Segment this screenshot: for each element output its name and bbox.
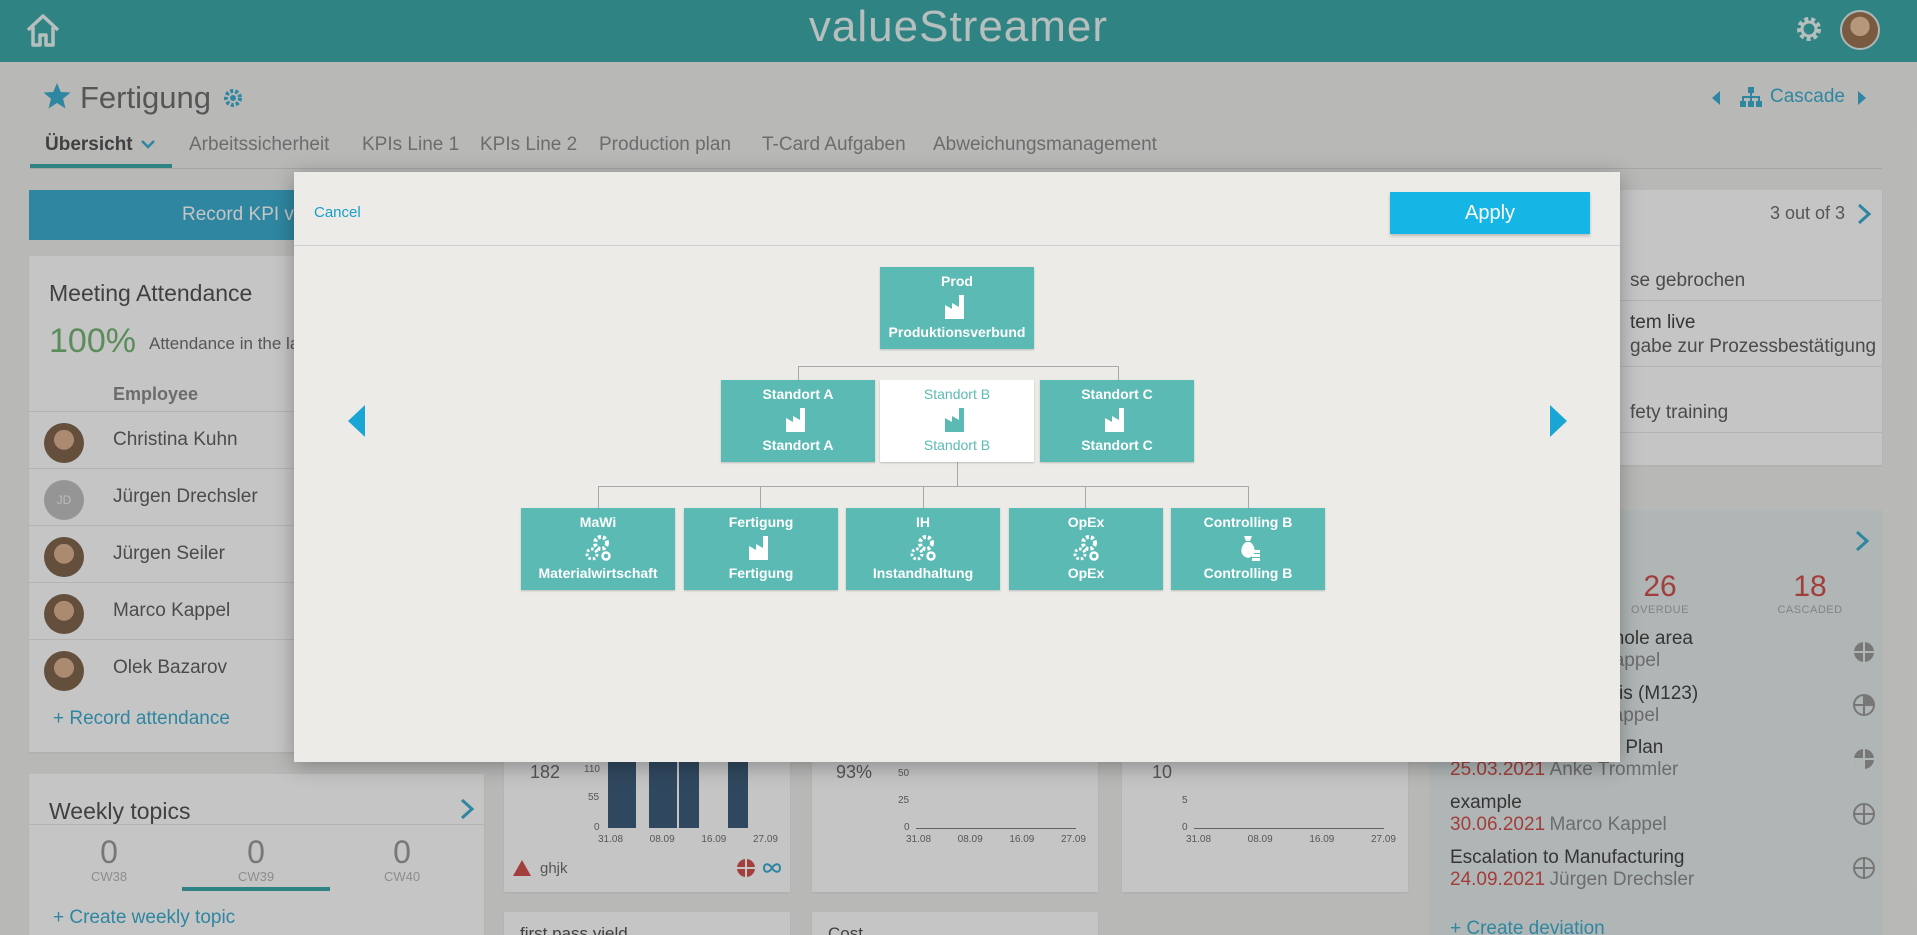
- org-node-standort-a[interactable]: Standort A Standort A: [721, 380, 875, 462]
- node-code: Fertigung: [728, 514, 794, 530]
- node-name: OpEx: [1067, 565, 1105, 581]
- factory-icon: [945, 295, 964, 319]
- node-code: Prod: [941, 273, 973, 289]
- cancel-link[interactable]: Cancel: [314, 204, 361, 221]
- factory-icon: [945, 408, 964, 432]
- money-icon: [1241, 536, 1260, 561]
- org-node-controlling-b[interactable]: Controlling B Controlling B: [1171, 508, 1325, 590]
- node-name: Standort A: [762, 437, 834, 453]
- modal-header-divider: [294, 245, 1620, 246]
- org-node-fertigung[interactable]: Fertigung Fertigung: [684, 508, 838, 590]
- tree-connector: [1118, 366, 1119, 380]
- apply-button[interactable]: Apply: [1390, 192, 1590, 234]
- node-code: IH: [916, 514, 930, 530]
- gears-icon: [1073, 535, 1099, 561]
- factory-icon: [786, 408, 805, 432]
- node-code: Standort C: [1081, 386, 1153, 402]
- node-name: Standort B: [923, 437, 991, 453]
- org-node-mawi[interactable]: MaWi Materialwirtschaft: [521, 508, 675, 590]
- tree-connector: [798, 366, 1118, 367]
- tree-connector: [923, 486, 924, 508]
- org-node-ih[interactable]: IH Instandhaltung: [846, 508, 1000, 590]
- gears-icon: [585, 535, 611, 561]
- node-name: Controlling B: [1203, 565, 1293, 581]
- org-node-standort-b[interactable]: Standort B Standort B: [880, 380, 1034, 462]
- org-node-prod[interactable]: Prod Produktionsverbund: [880, 267, 1034, 349]
- gears-icon: [910, 535, 936, 561]
- node-name: Fertigung: [728, 565, 794, 581]
- org-node-standort-c[interactable]: Standort C Standort C: [1040, 380, 1194, 462]
- tree-connector: [598, 486, 599, 508]
- tree-connector: [1248, 486, 1249, 508]
- node-name: Standort C: [1081, 437, 1153, 453]
- node-name: Produktionsverbund: [888, 324, 1026, 340]
- node-code: OpEx: [1067, 514, 1105, 530]
- cascade-selection-modal: Cancel Apply Prod Produktionsverbund Sta…: [294, 172, 1620, 762]
- next-arrow-icon[interactable]: [1550, 405, 1567, 437]
- tree-connector: [957, 462, 958, 486]
- node-name: Materialwirtschaft: [538, 565, 658, 581]
- node-code: MaWi: [579, 514, 617, 530]
- org-node-opex[interactable]: OpEx OpEx: [1009, 508, 1163, 590]
- tree-connector: [798, 366, 799, 380]
- node-code: Standort A: [762, 386, 834, 402]
- factory-icon: [1105, 408, 1124, 432]
- tree-connector: [760, 486, 761, 508]
- factory-icon: [749, 536, 768, 560]
- previous-arrow-icon[interactable]: [348, 405, 365, 437]
- node-code: Controlling B: [1203, 514, 1293, 530]
- node-code: Standort B: [923, 386, 991, 402]
- tree-connector: [1085, 486, 1086, 508]
- node-name: Instandhaltung: [872, 565, 974, 581]
